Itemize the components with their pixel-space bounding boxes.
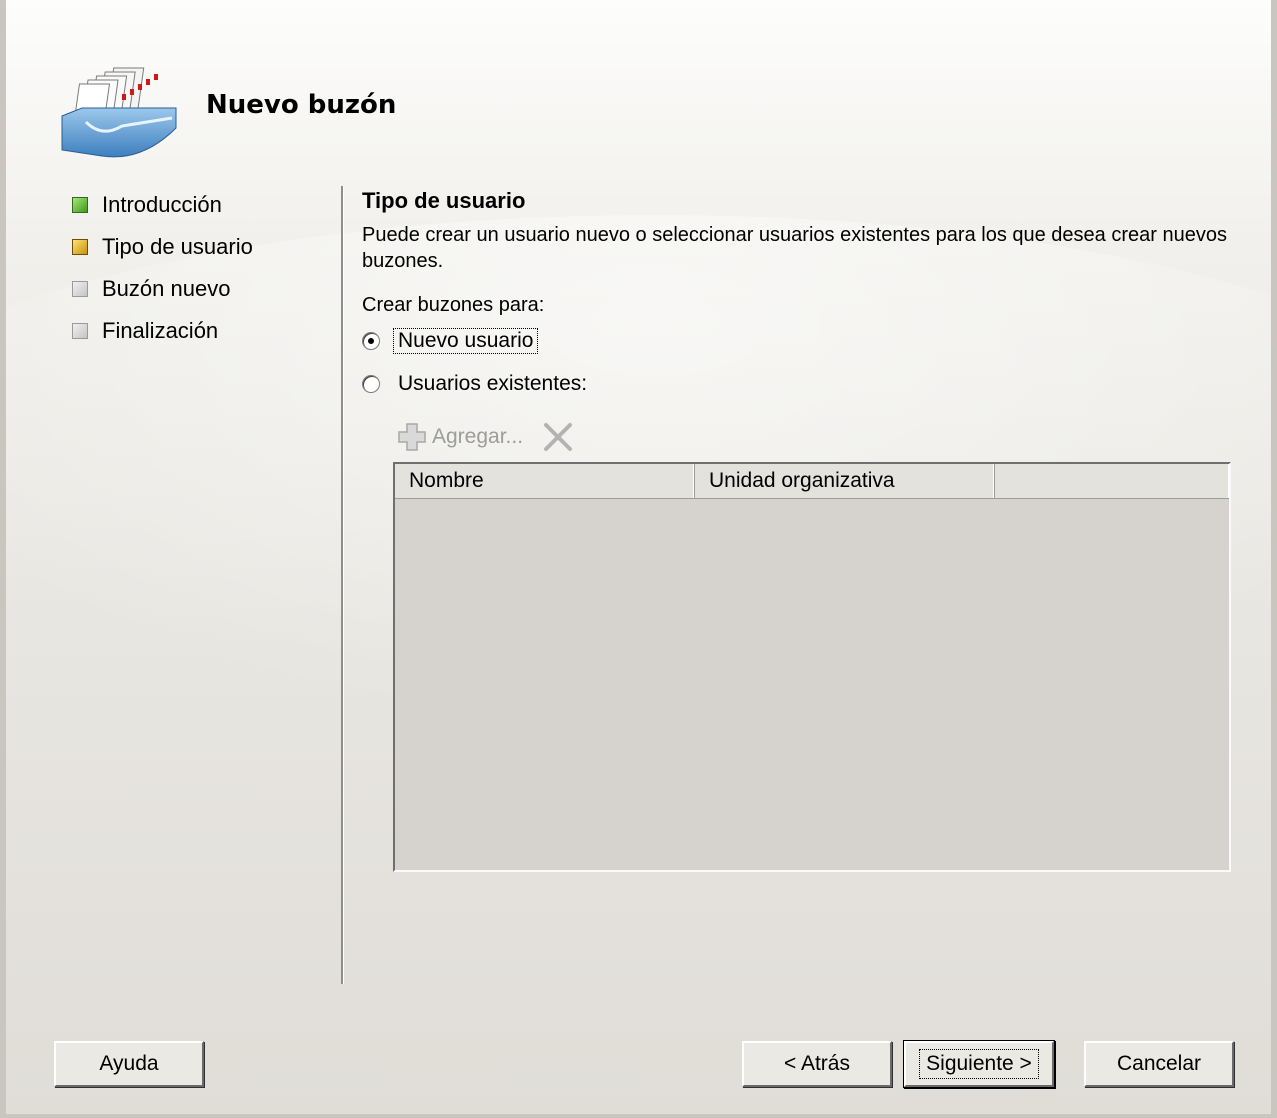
vertical-divider bbox=[341, 186, 343, 984]
list-toolbar: Agregar... bbox=[396, 420, 575, 454]
mailbox-icon bbox=[61, 67, 177, 158]
radio-label[interactable]: Nuevo usuario bbox=[393, 328, 539, 354]
back-button[interactable]: < Atrás bbox=[742, 1041, 892, 1087]
add-button-label: Agregar... bbox=[432, 425, 524, 448]
users-list[interactable]: Nombre Unidad organizativa bbox=[393, 462, 1231, 872]
step-tipo-de-usuario: Tipo de usuario bbox=[72, 226, 253, 268]
next-button-label: Siguiente > bbox=[919, 1049, 1039, 1079]
section-description: Puede crear un usuario nuevo o seleccion… bbox=[362, 224, 1227, 272]
section-title: Tipo de usuario bbox=[362, 188, 526, 213]
radio-new-user[interactable]: Nuevo usuario bbox=[362, 328, 539, 354]
step-label: Tipo de usuario bbox=[102, 234, 253, 259]
column-header-empty[interactable] bbox=[995, 464, 1229, 498]
close-x-icon[interactable] bbox=[541, 420, 575, 454]
step-introduccion: Introducción bbox=[72, 184, 253, 226]
wizard-steps: Introducción Tipo de usuario Buzón nuevo… bbox=[72, 184, 253, 352]
radio-button-checked[interactable] bbox=[362, 332, 380, 350]
column-header-unidad-organizativa[interactable]: Unidad organizativa bbox=[695, 464, 995, 498]
radio-button-unchecked[interactable] bbox=[362, 375, 380, 393]
add-button[interactable]: Agregar... bbox=[396, 421, 523, 453]
wizard-title: Nuevo buzón bbox=[206, 90, 397, 120]
next-button[interactable]: Siguiente > bbox=[904, 1041, 1054, 1087]
step-pending-icon bbox=[72, 323, 88, 339]
radio-label[interactable]: Usuarios existentes: bbox=[398, 372, 587, 396]
step-label: Introducción bbox=[102, 192, 222, 217]
create-for-label: Crear buzones para: bbox=[362, 294, 545, 316]
step-buzon-nuevo: Buzón nuevo bbox=[72, 268, 253, 310]
step-done-icon bbox=[72, 197, 88, 213]
step-finalizacion: Finalización bbox=[72, 310, 253, 352]
step-pending-icon bbox=[72, 281, 88, 297]
step-label: Buzón nuevo bbox=[102, 276, 231, 301]
step-current-icon bbox=[72, 239, 88, 255]
wizard-window: Nuevo buzón Introducción Tipo de usuario… bbox=[0, 0, 1277, 1118]
help-button[interactable]: Ayuda bbox=[54, 1041, 204, 1087]
list-header: Nombre Unidad organizativa bbox=[395, 464, 1229, 499]
column-header-nombre[interactable]: Nombre bbox=[395, 464, 695, 498]
plus-icon bbox=[398, 423, 426, 451]
radio-existing-users[interactable]: Usuarios existentes: bbox=[362, 372, 587, 396]
step-label: Finalización bbox=[102, 318, 219, 343]
cancel-button[interactable]: Cancelar bbox=[1084, 1041, 1234, 1087]
